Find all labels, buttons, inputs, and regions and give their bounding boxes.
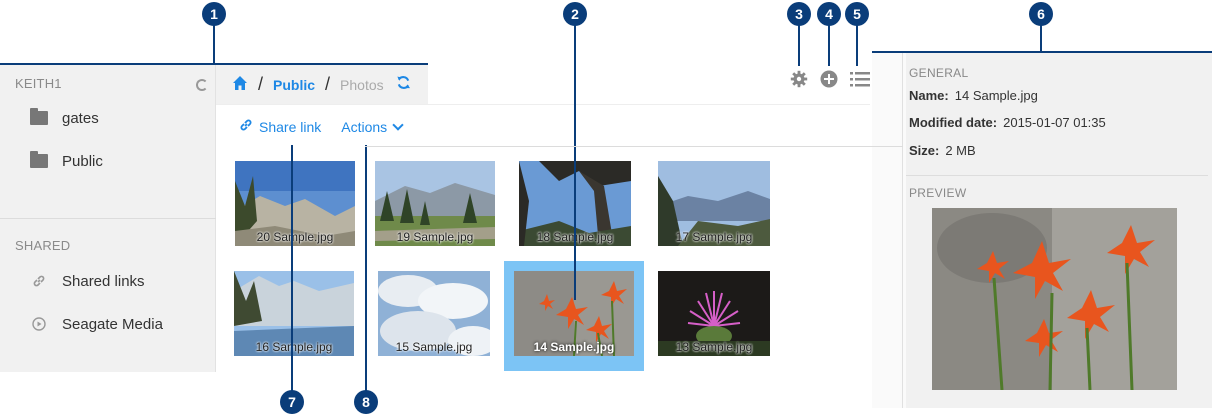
callout-5-line xyxy=(856,24,858,66)
breadcrumb-public[interactable]: Public xyxy=(273,77,315,93)
callout-4-line xyxy=(828,24,830,66)
photo-orange-lily-large xyxy=(932,208,1177,390)
callout-badge: 4 xyxy=(817,2,841,26)
preview-image xyxy=(932,208,1177,390)
loading-spinner-icon xyxy=(196,79,208,91)
detail-size-value: 2 MB xyxy=(945,143,976,158)
callout-3-line xyxy=(798,24,800,66)
thumbnail-tile[interactable]: 15 Sample.jpg xyxy=(378,271,490,356)
home-icon[interactable] xyxy=(232,75,248,95)
sidebar-item-gates[interactable]: gates xyxy=(30,106,99,130)
actions-dropdown[interactable]: Actions xyxy=(341,119,404,135)
share-link-label: Share link xyxy=(259,119,322,135)
toolbar: Share link Actions xyxy=(239,118,404,136)
thumbnail-tile[interactable]: 19 Sample.jpg xyxy=(375,161,495,246)
list-view-icon[interactable] xyxy=(850,70,870,88)
breadcrumb-separator: / xyxy=(258,74,264,94)
breadcrumb: / Public / Photos xyxy=(232,74,411,95)
details-separator xyxy=(906,175,1208,176)
callout-badge: 6 xyxy=(1029,2,1053,26)
sidebar-item-label: Public xyxy=(62,152,103,170)
refresh-icon[interactable] xyxy=(396,75,411,95)
callout-6-line xyxy=(872,51,1212,53)
thumbnail-tile[interactable]: 16 Sample.jpg xyxy=(234,271,354,356)
add-icon[interactable] xyxy=(820,70,838,88)
details-panel-divider xyxy=(902,52,903,408)
breadcrumb-bar: / Public / Photos xyxy=(216,64,428,104)
sidebar-item-label: Shared links xyxy=(62,272,145,290)
sidebar-item-shared-links[interactable]: Shared links xyxy=(30,269,145,293)
callout-2-line xyxy=(574,24,576,300)
preview-header: PREVIEW xyxy=(909,186,967,200)
callout-badge: 7 xyxy=(280,390,304,414)
folder-icon xyxy=(30,108,48,125)
callout-1-stem xyxy=(213,24,215,64)
sidebar-divider xyxy=(0,218,216,219)
folder-icon xyxy=(30,151,48,168)
content-divider xyxy=(216,104,870,105)
callout-8-line xyxy=(365,145,367,395)
callout-badge: 5 xyxy=(845,2,869,26)
callout-7-line xyxy=(291,145,293,395)
gear-icon[interactable] xyxy=(790,70,808,88)
thumbnail-tile[interactable]: 17 Sample.jpg xyxy=(658,161,770,246)
details-panel: GENERAL Name: 14 Sample.jpg Modified date… xyxy=(872,52,1212,408)
detail-size-label: Size: xyxy=(909,143,940,158)
callout-badge: 2 xyxy=(563,2,587,26)
callout-badge: 8 xyxy=(354,390,378,414)
detail-name-value: 14 Sample.jpg xyxy=(954,88,1038,103)
actions-label: Actions xyxy=(341,119,388,135)
thumbnail-tile[interactable]: 13 Sample.jpg xyxy=(658,271,770,356)
sidebar-item-label: Seagate Media xyxy=(62,315,163,333)
detail-size-row: Size: 2 MB xyxy=(909,143,976,158)
toolbar-divider xyxy=(365,146,903,147)
sidebar-item-seagate-media[interactable]: Seagate Media xyxy=(30,312,163,336)
breadcrumb-current: Photos xyxy=(340,76,384,93)
breadcrumb-separator: / xyxy=(325,74,331,94)
thumbnail-caption: 13 Sample.jpg xyxy=(675,340,753,354)
callout-badge: 1 xyxy=(202,2,226,26)
details-panel-gutter xyxy=(872,52,906,408)
detail-name-row: Name: 14 Sample.jpg xyxy=(909,88,1038,103)
sidebar-device-header: KEITH1 xyxy=(15,76,62,91)
detail-modified-label: Modified date: xyxy=(909,115,998,130)
detail-modified-value: 2015-01-07 01:35 xyxy=(1003,115,1106,130)
detail-modified-row: Modified date: 2015-01-07 01:35 xyxy=(909,115,1106,130)
sidebar-shared-header: SHARED xyxy=(15,238,71,253)
detail-name-label: Name: xyxy=(909,88,949,103)
general-header: GENERAL xyxy=(909,66,969,80)
thumbnail-caption: 17 Sample.jpg xyxy=(675,230,753,244)
thumbnail-caption: 20 Sample.jpg xyxy=(256,230,334,244)
share-link-button[interactable]: Share link xyxy=(239,118,321,136)
callout-6-stem xyxy=(1040,24,1042,52)
play-icon xyxy=(30,317,48,331)
link-icon xyxy=(239,118,253,136)
link-icon xyxy=(30,274,48,288)
thumbnail-caption: 19 Sample.jpg xyxy=(396,230,474,244)
sidebar-item-public[interactable]: Public xyxy=(30,149,103,173)
sidebar: KEITH1 gates Public SHARED Shared links … xyxy=(0,64,216,372)
thumbnail-caption: 14 Sample.jpg xyxy=(533,340,615,354)
sidebar-item-label: gates xyxy=(62,109,99,127)
thumbnail-caption: 16 Sample.jpg xyxy=(255,340,333,354)
callout-badge: 3 xyxy=(787,2,811,26)
thumbnail-caption: 15 Sample.jpg xyxy=(395,340,473,354)
chevron-down-icon xyxy=(392,119,404,131)
thumbnail-tile[interactable]: 20 Sample.jpg xyxy=(235,161,355,246)
view-controls xyxy=(790,70,870,88)
